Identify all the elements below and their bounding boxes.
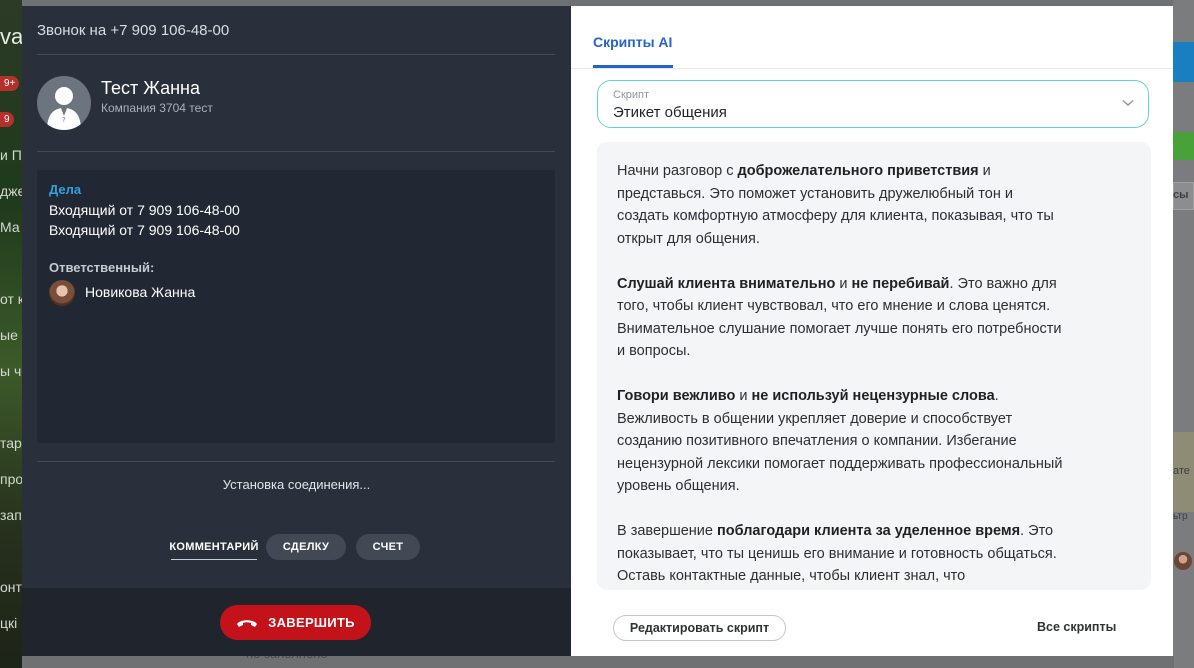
background-button [1173, 42, 1194, 82]
script-paragraph: Начни разговор с доброжелательного приве… [617, 160, 1067, 250]
background-avatar [1174, 552, 1192, 570]
background-text: va [0, 24, 24, 49]
script-paragraph: Говори вежливо и не используй нецензурны… [617, 385, 1067, 498]
tab-comment[interactable]: КОММЕНТАРИЙ [169, 534, 258, 560]
divider [571, 68, 1173, 69]
call-header: Звонок на +7 909 106-48-00 [37, 22, 230, 39]
person-placeholder-icon: ? [47, 87, 81, 130]
call-panel: Звонок на +7 909 106-48-00 ? Тест Жанна … [22, 6, 571, 656]
svg-text:?: ? [62, 116, 66, 124]
script-emphasis: Слушай клиента внимательно [617, 275, 836, 292]
all-scripts-link[interactable]: Все скрипты [1037, 620, 1116, 634]
contact-name[interactable]: Тест Жанна [101, 78, 200, 99]
script-text-area[interactable]: Начни разговор с доброжелательного приве… [597, 142, 1151, 590]
scripts-panel: Скрипты AI Скрипт Этикет общения Начни р… [571, 6, 1173, 656]
call-status: Установка соединения... [222, 477, 371, 492]
background-text: про [0, 471, 24, 487]
script-emphasis: доброжелательного приветствия [737, 163, 979, 179]
contact-avatar[interactable]: ? [37, 76, 91, 130]
script-select-label: Скрипт [613, 89, 650, 101]
script-emphasis: не перебивай [851, 275, 950, 292]
script-select[interactable]: Скрипт Этикет общения [597, 80, 1149, 128]
script-text-run: и [835, 275, 852, 292]
background-text: ате [1173, 465, 1190, 477]
script-paragraph: Слушай клиента внимательно и не перебива… [617, 273, 1067, 363]
background-footer [22, 656, 1174, 668]
script-emphasis: не используй нецензурные слова [751, 388, 995, 404]
script-paragraph: В завершение поблагодари клиента за удел… [617, 520, 1067, 588]
responsible-label: Ответственный: [49, 260, 155, 275]
script-emphasis: поблагодари клиента за уделенное время [716, 523, 1021, 539]
background-text: Ма [0, 219, 20, 235]
background-button [1173, 132, 1194, 160]
tab-deal[interactable]: СДЕЛКУ [266, 534, 346, 560]
background-text: сы [1173, 189, 1189, 201]
background-text: цкі [0, 615, 18, 631]
responsible-name[interactable]: Новикова Жанна [85, 284, 195, 300]
background-text: ьтр [1173, 511, 1188, 522]
background-text: онт [0, 579, 22, 595]
tab-invoice[interactable]: СЧЕТ [356, 534, 420, 560]
call-info-box: Дела Входящий от 7 909 106-48-00 Входящи… [37, 170, 555, 443]
background-badge: 9+ [0, 76, 20, 91]
background-text: ы ч [0, 363, 22, 379]
chevron-down-icon [1122, 99, 1134, 106]
hang-up-icon [237, 619, 258, 627]
divider [37, 461, 555, 462]
call-footer: ЗАВЕРШИТЬ [22, 588, 571, 656]
script-select-value: Этикет общения [613, 104, 727, 121]
script-text-run: Начни разговор с [617, 163, 738, 179]
end-call-label: ЗАВЕРШИТЬ [268, 615, 355, 630]
script-text: Начни разговор с доброжелательного приве… [617, 160, 1067, 590]
divider [37, 54, 555, 55]
background-text: зап [0, 507, 22, 523]
background-text: от к [0, 291, 24, 307]
background-badge: 9 [0, 112, 14, 127]
responsible-avatar [49, 280, 75, 306]
script-emphasis: Говори вежливо [617, 388, 736, 404]
deals-label: Дела [49, 182, 82, 197]
edit-script-button[interactable]: Редактировать скрипт [613, 615, 786, 641]
end-call-button[interactable]: ЗАВЕРШИТЬ [220, 605, 371, 640]
tab-scripts-ai[interactable]: Скрипты AI [593, 34, 672, 50]
script-text-run: и [735, 388, 752, 404]
background-text: тар [0, 435, 22, 451]
divider [37, 151, 555, 152]
deal-item[interactable]: Входящий от 7 909 106-48-00 [49, 222, 240, 238]
deal-item[interactable]: Входящий от 7 909 106-48-00 [49, 202, 240, 218]
script-text-run: В завершение [617, 523, 717, 539]
contact-company[interactable]: Компания 3704 тест [101, 101, 213, 115]
